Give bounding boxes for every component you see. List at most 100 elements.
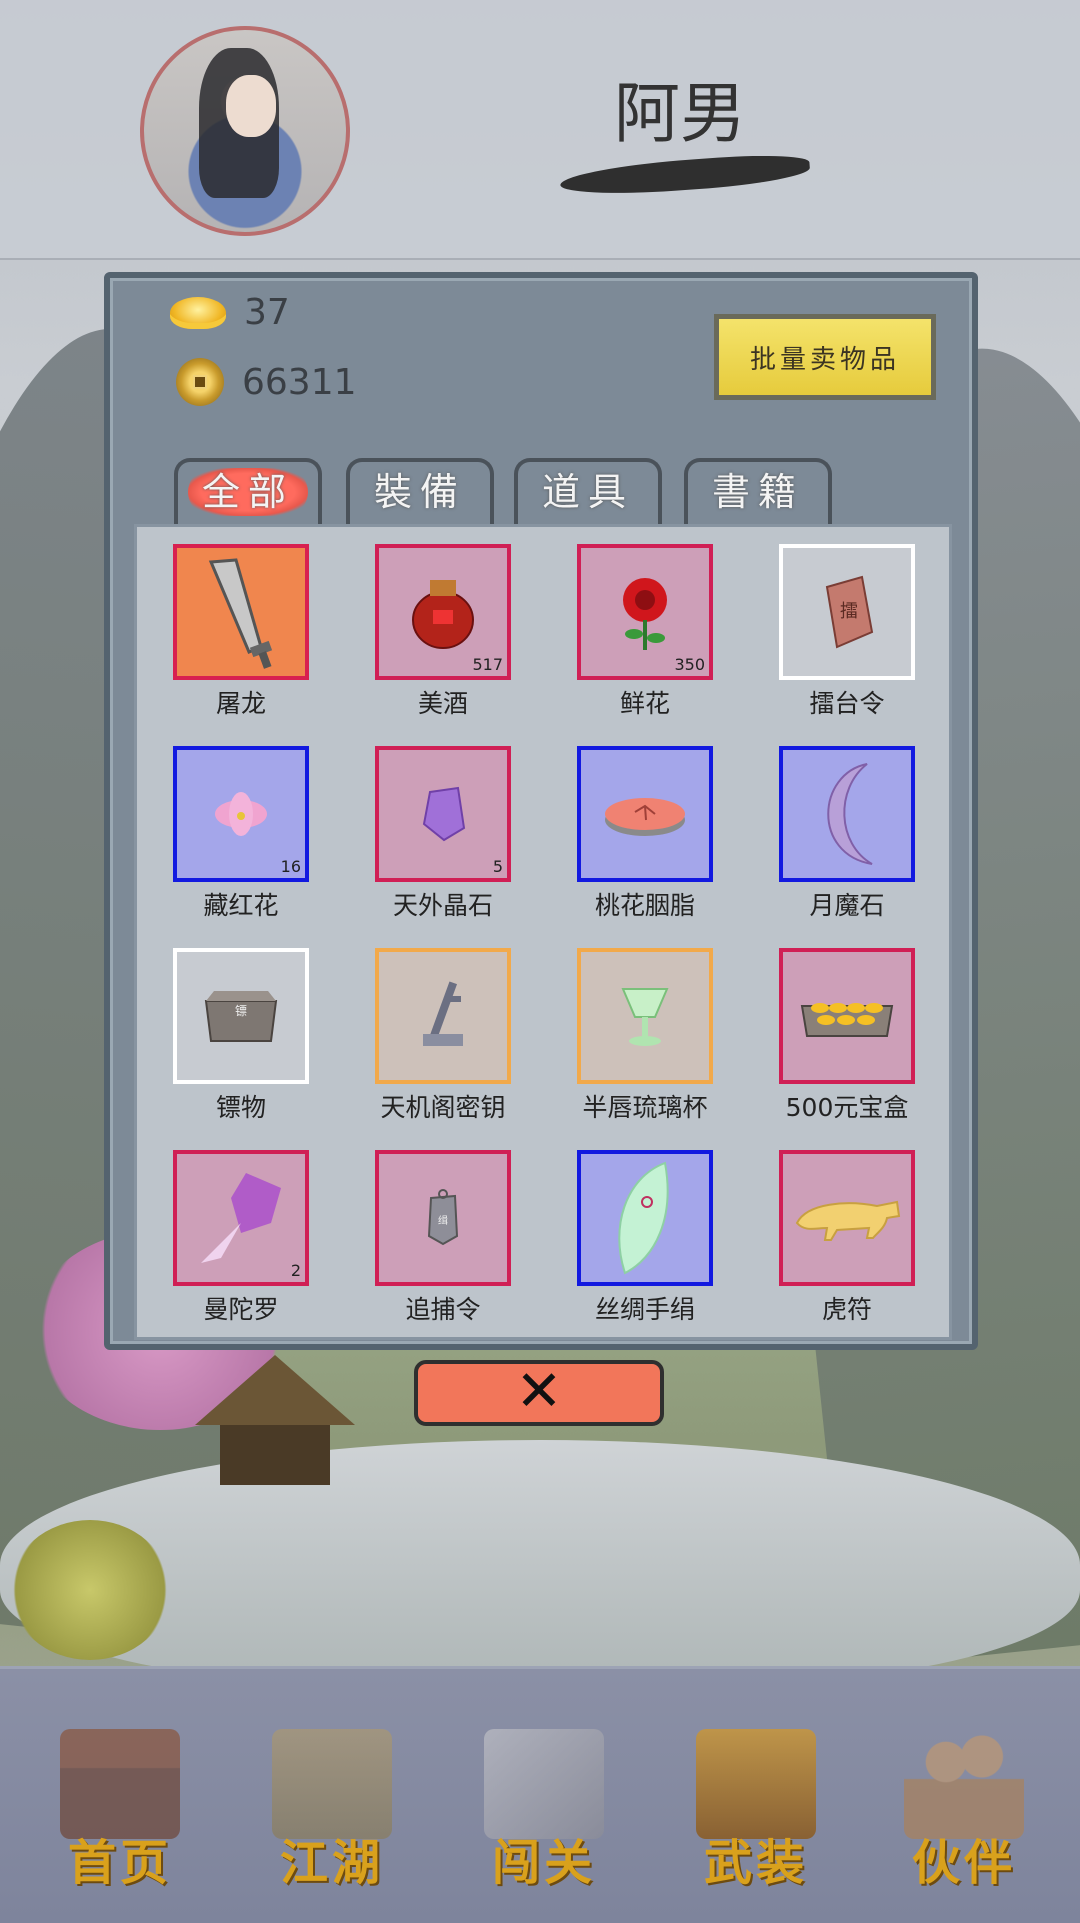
- tab-books[interactable]: 書籍: [684, 458, 832, 524]
- item-slot[interactable]: [577, 746, 713, 882]
- item-cell[interactable]: 镖 镖物: [137, 931, 339, 1133]
- item-name: 桃花胭脂: [594, 891, 695, 920]
- ingot-box-icon: [800, 1003, 894, 1037]
- item-slot[interactable]: 缉: [375, 1150, 511, 1286]
- item-cell[interactable]: 500元宝盒: [743, 931, 945, 1133]
- item-cell[interactable]: 517 美酒: [339, 527, 541, 729]
- bottom-nav: 首页 江湖 闯关 武装 伙伴: [0, 1666, 1080, 1923]
- nav-challenge[interactable]: 闯关: [474, 1729, 614, 1891]
- nav-label: 伙伴: [911, 1835, 1016, 1891]
- item-name: 丝绸手绢: [594, 1295, 695, 1324]
- item-slot[interactable]: 517: [375, 544, 511, 680]
- item-slot[interactable]: [779, 746, 915, 882]
- item-cell[interactable]: 5 天外晶石: [339, 729, 541, 931]
- item-quantity: 5: [492, 857, 503, 876]
- token-icon: 擂: [825, 575, 874, 649]
- item-cell[interactable]: 缉 追捕令: [339, 1133, 541, 1335]
- item-quantity: 16: [280, 857, 301, 876]
- copper-coin-icon: [176, 358, 224, 406]
- item-cell[interactable]: 桃花胭脂: [541, 729, 743, 931]
- tab-all[interactable]: 全部: [174, 458, 322, 524]
- item-name: 屠龙: [215, 689, 266, 718]
- item-slot[interactable]: [173, 544, 309, 680]
- tab-label: 全部: [187, 468, 308, 516]
- handkerchief-icon: [618, 1161, 669, 1275]
- nav-label: 武装: [703, 1835, 808, 1891]
- item-name: 擂台令: [809, 689, 885, 718]
- item-name: 藏红花: [203, 891, 279, 920]
- tab-label: 道具: [541, 470, 634, 514]
- item-quantity: 517: [472, 655, 503, 674]
- wine-jar-icon: [412, 580, 474, 649]
- avatar[interactable]: [140, 26, 350, 236]
- nav-home[interactable]: 首页: [50, 1729, 190, 1891]
- item-cell[interactable]: 屠龙: [137, 527, 339, 729]
- warrant-icon: 缉: [427, 1189, 459, 1246]
- item-name: 天外晶石: [392, 891, 493, 920]
- svg-text:擂: 擂: [840, 601, 858, 622]
- copper-coin-row: 66311: [170, 358, 357, 406]
- item-cell[interactable]: 丝绸手绢: [541, 1133, 743, 1335]
- item-cell[interactable]: 月魔石: [743, 729, 945, 931]
- item-slot[interactable]: 16: [173, 746, 309, 882]
- item-name: 美酒: [417, 689, 468, 718]
- item-slot[interactable]: [577, 1150, 713, 1286]
- close-button[interactable]: ✕: [414, 1360, 664, 1426]
- tab-equipment[interactable]: 裝備: [346, 458, 494, 524]
- item-name: 500元宝盒: [785, 1093, 909, 1122]
- sword-icon: [208, 558, 273, 669]
- nav-label: 闯关: [491, 1835, 596, 1891]
- item-cell[interactable]: 16 藏红花: [137, 729, 339, 931]
- item-name: 曼陀罗: [203, 1295, 279, 1324]
- item-slot[interactable]: [779, 948, 915, 1084]
- item-quantity: 350: [674, 655, 705, 674]
- item-slot[interactable]: 350: [577, 544, 713, 680]
- nav-label: 江湖: [279, 1835, 384, 1891]
- item-slot[interactable]: 2: [173, 1150, 309, 1286]
- bulk-sell-button[interactable]: 批量卖物品: [714, 314, 936, 400]
- item-slot[interactable]: [577, 948, 713, 1084]
- nav-partners[interactable]: 伙伴: [894, 1729, 1034, 1891]
- escort-box-icon: 镖: [204, 991, 278, 1042]
- tiger-tally-icon: [795, 1200, 901, 1241]
- close-icon: ✕: [515, 1359, 563, 1424]
- item-quantity: 2: [290, 1261, 301, 1280]
- gold-ingot-icon: [170, 296, 226, 329]
- item-slot[interactable]: 镖: [173, 948, 309, 1084]
- item-name: 天机阁密钥: [380, 1093, 506, 1122]
- item-slot[interactable]: 擂: [779, 544, 915, 680]
- crystal-icon: [422, 786, 466, 842]
- item-name: 鲜花: [619, 689, 670, 718]
- item-cell[interactable]: 350 鲜花: [541, 527, 743, 729]
- tab-props[interactable]: 道具: [514, 458, 662, 524]
- nav-label: 首页: [67, 1835, 172, 1891]
- item-cell[interactable]: 半唇琉璃杯: [541, 931, 743, 1133]
- profile-header: 阿男: [0, 0, 1080, 260]
- svg-text:缉: 缉: [438, 1215, 448, 1227]
- brush-stroke-decoration: [559, 151, 811, 199]
- rouge-icon: [605, 798, 685, 836]
- player-name: 阿男: [614, 75, 746, 152]
- item-name: 镖物: [215, 1093, 266, 1122]
- item-name: 半唇琉璃杯: [582, 1093, 708, 1122]
- inventory-panel: 37 66311 批量卖物品 全部 裝備 道具 書籍 屠龙 517 美酒 350…: [104, 272, 978, 1350]
- hut: [195, 1355, 355, 1485]
- item-slot[interactable]: [779, 1150, 915, 1286]
- nav-jianghu[interactable]: 江湖: [262, 1729, 402, 1891]
- item-slot[interactable]: 5: [375, 746, 511, 882]
- nav-armory[interactable]: 武装: [686, 1729, 826, 1891]
- item-name: 追捕令: [405, 1295, 481, 1324]
- item-cell[interactable]: 擂 擂台令: [743, 527, 945, 729]
- item-slot[interactable]: [375, 948, 511, 1084]
- item-cell[interactable]: 虎符: [743, 1133, 945, 1335]
- tab-label: 書籍: [711, 470, 804, 514]
- datura-icon: [201, 1173, 281, 1263]
- item-cell[interactable]: 天机阁密钥: [339, 931, 541, 1133]
- item-cell[interactable]: 2 曼陀罗: [137, 1133, 339, 1335]
- moon-stone-icon: [827, 763, 873, 865]
- key-icon: [423, 981, 463, 1046]
- saffron-icon: [215, 792, 267, 836]
- item-name: 月魔石: [809, 891, 885, 920]
- item-name: 虎符: [821, 1295, 872, 1324]
- bush: [10, 1520, 170, 1660]
